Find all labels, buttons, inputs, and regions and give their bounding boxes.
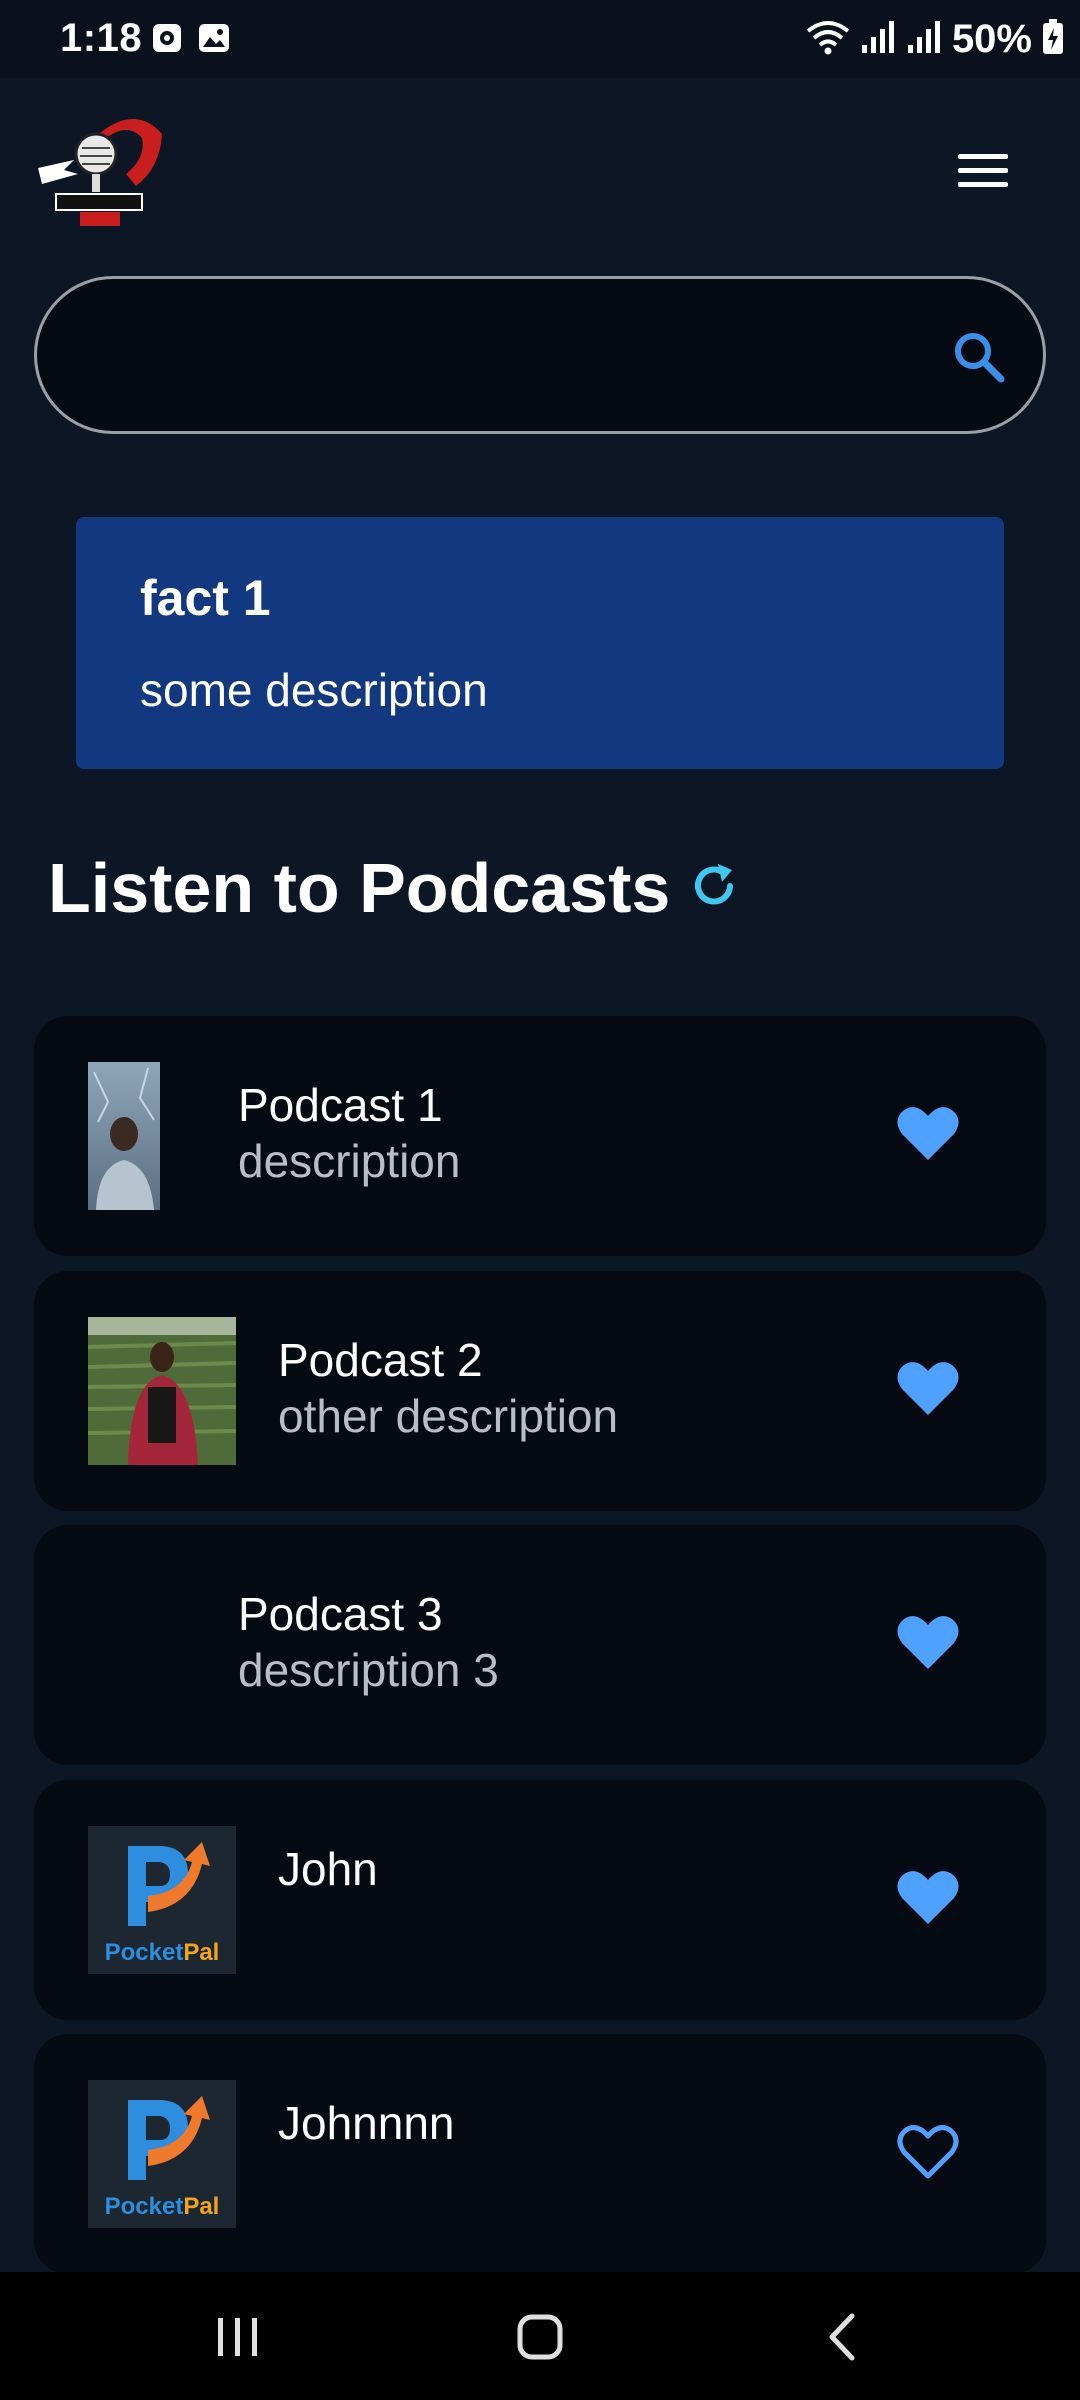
gallery-icon [198, 22, 229, 54]
podcast-title: Podcast 2 [278, 1334, 483, 1386]
pocketpal-logo: PocketPal [88, 2080, 236, 2228]
search-icon[interactable] [951, 329, 1007, 385]
podcast-thumbnail [88, 1062, 160, 1210]
podcast-description: description [238, 1135, 461, 1187]
status-right: 50% [806, 14, 1064, 64]
signal-icon [906, 19, 942, 60]
podcast-description: other description [278, 1390, 619, 1442]
signal-icon [860, 19, 896, 60]
svg-text:PocketPal: PocketPal [105, 2193, 220, 2220]
wifi-icon [806, 19, 850, 60]
favorite-heart-icon[interactable] [896, 1104, 960, 1164]
podcast-title: John [278, 1843, 378, 1895]
favorite-heart-outline-icon[interactable] [896, 2122, 960, 2182]
media-icon [152, 22, 182, 54]
podcast-card[interactable]: PocketPal Johnnnn [34, 2034, 1046, 2274]
recent-apps-icon[interactable] [198, 2302, 278, 2372]
podcast-title: Podcast 1 [238, 1079, 443, 1131]
app-logo[interactable] [34, 108, 164, 232]
fact-title: fact 1 [140, 570, 271, 626]
favorite-heart-icon[interactable] [896, 1613, 960, 1673]
search-input[interactable] [87, 309, 937, 405]
battery-percent: 50% [951, 16, 1032, 61]
svg-text:PocketPal: PocketPal [105, 1939, 220, 1966]
fact-description: some description [140, 664, 488, 716]
menu-button[interactable] [938, 140, 1028, 200]
status-time: 1:18 [60, 16, 143, 60]
search-bar[interactable] [34, 276, 1046, 434]
podcast-card[interactable]: Podcast 3 description 3 [34, 1525, 1046, 1765]
hamburger-menu-icon [958, 154, 1008, 187]
home-icon[interactable] [500, 2302, 580, 2372]
status-bar: 1:18 50% [0, 0, 1080, 78]
podcast-card[interactable]: PocketPal John [34, 1780, 1046, 2020]
back-icon[interactable] [804, 2302, 884, 2372]
podcast-card[interactable]: Podcast 1 description [34, 1016, 1046, 1256]
podcast-thumbnail [87, 1317, 237, 1465]
podcast-description: description 3 [238, 1644, 499, 1696]
pocketpal-logo: PocketPal [88, 1826, 236, 1974]
favorite-heart-icon[interactable] [896, 1868, 960, 1928]
podcast-title: Johnnnn [278, 2097, 455, 2149]
fact-card: fact 1 some description [76, 517, 1004, 769]
refresh-icon[interactable] [686, 858, 742, 914]
battery-charging-icon [1042, 18, 1064, 60]
section-title: Listen to Podcasts [48, 849, 671, 927]
system-nav-bar [0, 2272, 1080, 2400]
favorite-heart-icon[interactable] [896, 1359, 960, 1419]
podcast-card[interactable]: Podcast 2 other description [34, 1271, 1046, 1511]
podcast-title: Podcast 3 [238, 1588, 443, 1640]
